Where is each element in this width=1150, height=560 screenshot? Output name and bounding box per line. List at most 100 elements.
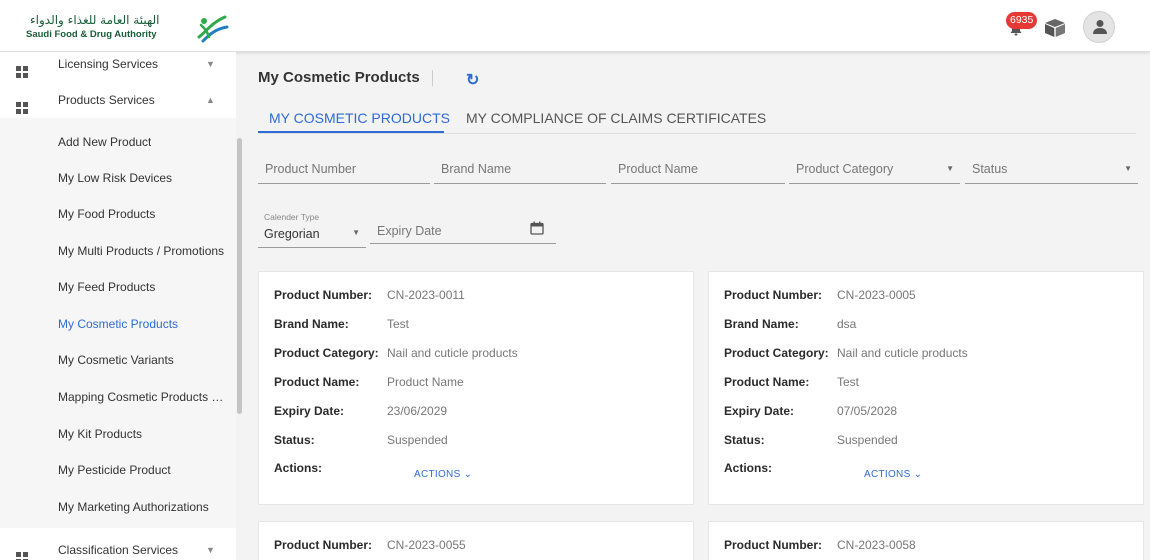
field-value: Nail and cuticle products [837,346,968,360]
sidebar-item-marketing-authorizations[interactable]: My Marketing Authorizations [0,497,236,531]
field-value: Suspended [387,433,448,447]
sidebar-item-kit-products[interactable]: My Kit Products [0,424,236,458]
sidebar-item-label: My Kit Products [58,427,143,441]
sidebar-item-add-new-product[interactable]: Add New Product [0,132,236,166]
expiry-date-input[interactable]: Expiry Date [370,218,556,244]
field-label: Expiry Date: [274,404,345,418]
dropdown-arrow-icon: ▼ [352,228,360,237]
field-label: Product Name: [274,375,360,389]
sidebar-item-multi-products[interactable]: My Multi Products / Promotions [0,241,236,275]
notification-count-badge: 6935 [1006,12,1038,29]
chevron-down-icon: ▼ [206,59,215,69]
sidebar-item-mapping-cosmetic[interactable]: Mapping Cosmetic Products Nu... [0,387,236,421]
field-value: Test [837,375,860,389]
field-label: Product Number: [274,538,373,552]
status-placeholder: Status [972,162,1008,176]
status-select[interactable]: Status ▼ [965,158,1138,184]
tab-compliance-claims-certificates[interactable]: MY COMPLIANCE OF CLAIMS CERTIFICATES [466,110,766,126]
product-name-placeholder: Product Name [618,162,698,176]
tab-my-cosmetic-products[interactable]: MY COSMETIC PRODUCTS [269,110,450,126]
sidebar-item-label: My Multi Products / Promotions [58,244,225,258]
user-avatar-button[interactable] [1083,11,1115,43]
grid-icon [16,66,28,78]
calendar-type-value: Gregorian [264,227,320,241]
refresh-icon[interactable]: ↻ [466,70,479,90]
top-bar: الهيئة العامة للغذاء والدواء Saudi Food … [0,0,1150,52]
product-category-placeholder: Product Category [796,162,894,176]
page-title: My Cosmetic Products [258,69,420,86]
field-value: Suspended [837,433,898,447]
title-divider [432,70,433,86]
field-value: CN-2023-0055 [387,538,466,552]
sidebar-section-licensing[interactable]: Licensing Services ▼ [0,54,236,90]
field-label: Brand Name: [274,317,349,331]
field-label: Expiry Date: [724,404,795,418]
field-label: Product Number: [724,538,823,552]
sidebar-item-feed-products[interactable]: My Feed Products [0,277,236,311]
logo-text-arabic: الهيئة العامة للغذاء والدواء [30,13,160,27]
sidebar-item-label: My Low Risk Devices [58,171,173,185]
tabs-divider [258,133,1136,134]
product-card: Product Number: CN-2023-0005 Brand Name: d… [708,271,1144,505]
sidebar-item-pesticide-product[interactable]: My Pesticide Product [0,460,236,494]
product-card: Product Number: CN-2023-0055 [258,521,694,560]
sidebar-item-food-products[interactable]: My Food Products [0,204,236,238]
calendar-icon[interactable] [530,221,544,235]
field-value: CN-2023-0011 [387,288,465,302]
main-content: My Cosmetic Products ↻ MY COSMETIC PRODU… [244,52,1150,560]
field-value: CN-2023-0058 [837,538,916,552]
sidebar-item-label: My Marketing Authorizations [58,500,209,514]
box-icon[interactable] [1043,18,1067,38]
sidebar-item-label: My Cosmetic Variants [58,353,174,367]
sidebar: Licensing Services ▼ Products Services ▲… [0,52,236,560]
product-category-select[interactable]: Product Category ▼ [789,158,960,184]
logo-mark-icon [197,15,229,43]
actions-dropdown-button[interactable]: ACTIONS ⌄ [414,469,472,480]
sidebar-section-classification[interactable]: Classification Services ▼ [0,540,236,560]
field-label: Product Number: [724,288,823,302]
expiry-date-placeholder: Expiry Date [377,224,442,238]
sidebar-section-label: Classification Services [58,543,179,557]
product-number-placeholder: Product Number [265,162,357,176]
field-label: Product Number: [274,288,373,302]
sidebar-section-label: Products Services [58,93,155,107]
calendar-type-select[interactable]: Calender Type Gregorian ▼ [258,212,366,248]
sidebar-item-cosmetic-products[interactable]: My Cosmetic Products [0,314,236,348]
field-value: CN-2023-0005 [837,288,916,302]
brand-name-placeholder: Brand Name [441,162,512,176]
chevron-up-icon: ▲ [206,95,215,105]
dropdown-arrow-icon: ▼ [946,164,954,173]
brand-name-input[interactable]: Brand Name [434,158,606,184]
field-label: Actions: [724,461,772,475]
sidebar-item-label: My Pesticide Product [58,463,171,477]
dropdown-arrow-icon: ▼ [1124,164,1132,173]
field-label: Actions: [274,461,322,475]
field-value: 07/05/2028 [837,404,898,418]
sidebar-section-products[interactable]: Products Services ▲ [0,90,236,126]
product-number-input[interactable]: Product Number [258,158,430,184]
field-value: Nail and cuticle products [387,346,518,360]
actions-dropdown-button[interactable]: ACTIONS ⌄ [864,469,922,480]
sidebar-item-label: Mapping Cosmetic Products Nu... [58,390,228,404]
grid-icon [16,102,28,114]
sidebar-item-cosmetic-variants[interactable]: My Cosmetic Variants [0,350,236,384]
sidebar-scrollbar[interactable] [237,138,242,414]
field-value: Product Name [387,375,464,389]
product-card: Product Number: CN-2023-0011 Brand Name: T… [258,271,694,505]
product-card: Product Number: CN-2023-0058 [708,521,1144,560]
sidebar-item-low-risk-devices[interactable]: My Low Risk Devices [0,168,236,202]
field-value: dsa [837,317,857,331]
field-label: Status: [274,433,315,447]
user-icon [1093,20,1107,34]
logo-text-english: Saudi Food & Drug Authority [26,29,157,40]
product-name-input[interactable]: Product Name [611,158,785,184]
sidebar-item-label: My Feed Products [58,280,156,294]
sidebar-section-label: Licensing Services [58,57,159,71]
calendar-type-label: Calender Type [264,212,320,222]
sidebar-item-label: My Food Products [58,207,156,221]
notifications-button[interactable]: 6935 [1003,12,1038,42]
field-label: Status: [724,433,765,447]
sfda-logo[interactable]: الهيئة العامة للغذاء والدواء Saudi Food … [18,11,233,45]
grid-icon [16,552,28,560]
field-label: Product Category: [274,346,379,360]
